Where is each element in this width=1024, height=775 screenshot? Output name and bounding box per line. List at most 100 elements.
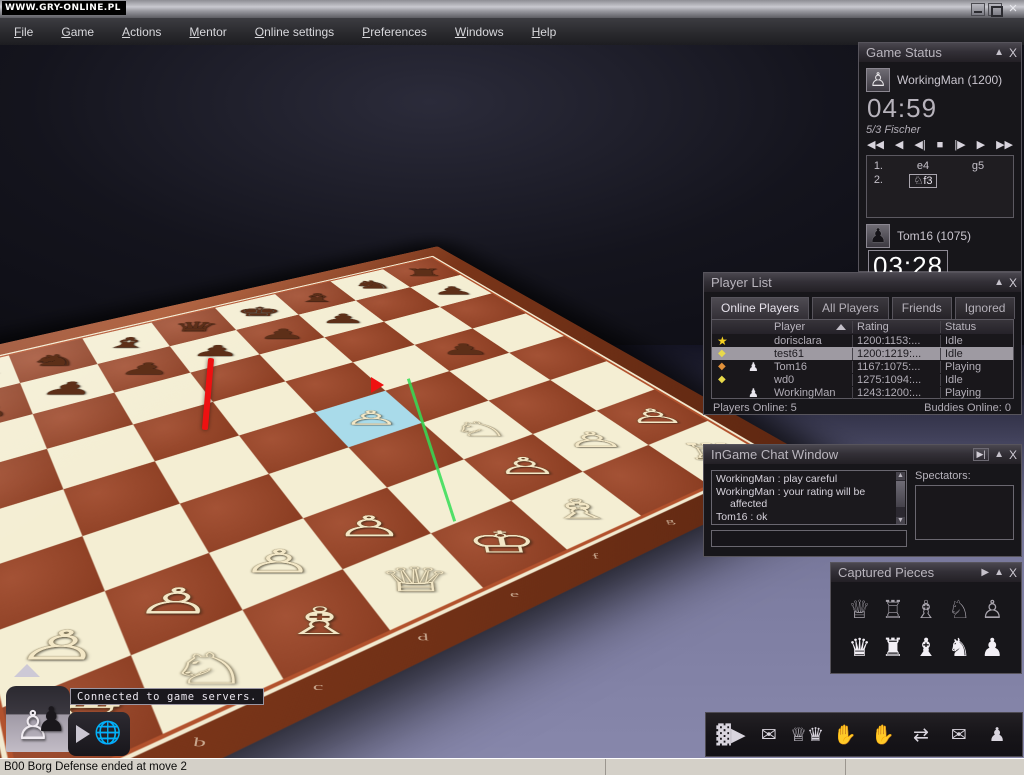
black-pawn[interactable]: ♟ (309, 311, 376, 325)
board-next-icon[interactable]: ▓▶ (715, 718, 747, 752)
tab-ignored[interactable]: Ignored (955, 297, 1016, 319)
analyze-icon[interactable]: ♟ (981, 718, 1013, 752)
collapse-icon[interactable]: ▲ (994, 278, 1004, 288)
move-row[interactable]: 2. ♘f3 (871, 173, 1009, 187)
player-row[interactable]: ◆wd01275:1094:...Idle (712, 373, 1013, 386)
player-table[interactable]: Player Rating Status ★dorisclara1200:115… (711, 319, 1014, 399)
column-status[interactable]: Status (940, 321, 1013, 333)
player-row[interactable]: ◆test611200:1219:...Idle (712, 347, 1013, 360)
chat-scrollbar[interactable]: ▲ ▼ (896, 472, 905, 525)
player-name-cell[interactable]: WorkingMan (770, 387, 852, 399)
column-rating[interactable]: Rating (852, 321, 940, 333)
player-list-titlebar[interactable]: Player List ▲ X (704, 273, 1021, 292)
expand-panel-arrow-icon[interactable] (14, 664, 40, 677)
tab-all-players[interactable]: All Players (812, 297, 889, 319)
black-bishop[interactable]: ♝ (89, 334, 166, 349)
close-icon[interactable]: X (1009, 450, 1017, 460)
menu-item-online-settings[interactable]: Online settings (255, 25, 334, 39)
close-icon[interactable]: X (1009, 278, 1017, 288)
black-king[interactable]: ♚ (224, 304, 292, 317)
collapse-icon[interactable]: ▲ (994, 450, 1004, 460)
black-pawn[interactable]: ♟ (179, 342, 254, 358)
black-pawn[interactable]: ♟ (25, 378, 112, 397)
scroll-down-icon[interactable]: ▼ (896, 517, 905, 525)
white-bishop[interactable]: ♗ (260, 599, 376, 639)
white-pawn[interactable]: ♙ (478, 452, 575, 477)
player-row[interactable]: ★dorisclara1200:1153:...Idle (712, 334, 1013, 347)
player-row[interactable]: ◆♟Tom161167:1075:...Playing (712, 360, 1013, 373)
white-pawn[interactable]: ♙ (224, 543, 331, 577)
player-name-cell[interactable]: dorisclara (770, 335, 852, 347)
expand-icon[interactable]: ▶ (981, 568, 989, 578)
chat-log[interactable]: WorkingMan : play careful WorkingMan : y… (711, 470, 907, 525)
close-button[interactable]: × (1005, 2, 1021, 17)
previous-move-icon[interactable]: ◀ (895, 140, 903, 151)
black-queen[interactable]: ♛ (159, 319, 231, 333)
menu-item-windows[interactable]: Windows (455, 25, 504, 39)
black-bishop[interactable]: ♝ (285, 291, 349, 303)
white-move[interactable]: e4 (893, 160, 953, 172)
minimize-button[interactable] (971, 3, 985, 16)
game-thumbnail[interactable]: ♙ ♟ (6, 686, 70, 752)
tab-online-players[interactable]: Online Players (711, 297, 809, 319)
move-row[interactable]: 1. e4 g5 (871, 159, 1009, 173)
white-knight[interactable]: ♘ (144, 643, 273, 689)
close-icon[interactable]: X (1009, 48, 1017, 58)
column-player[interactable]: Player (770, 321, 852, 333)
spectators-list[interactable] (915, 485, 1014, 540)
white-pawn[interactable]: ♙ (330, 406, 413, 427)
maximize-button[interactable] (988, 3, 1002, 16)
collapse-icon[interactable]: ▲ (994, 568, 1004, 578)
scroll-thumb[interactable] (896, 481, 905, 507)
menu-item-preferences[interactable]: Preferences (362, 25, 427, 39)
player-rows[interactable]: ★dorisclara1200:1153:...Idle◆test611200:… (712, 334, 1013, 399)
scroll-up-icon[interactable]: ▲ (896, 472, 905, 480)
game-status-titlebar[interactable]: Game Status ▲ X (859, 43, 1021, 62)
black-pawn[interactable]: ♟ (246, 326, 316, 341)
next-move-icon[interactable]: ▶ (977, 140, 985, 151)
menu-item-file[interactable]: File (14, 25, 33, 39)
mail-board-icon[interactable]: ✉ (943, 718, 975, 752)
connect-play-button[interactable]: 🌐 (68, 712, 130, 756)
send-board-icon[interactable]: ✉ (753, 718, 785, 752)
stop-icon[interactable]: ■ (937, 140, 944, 151)
black-pawn[interactable]: ♟ (105, 359, 186, 376)
move-list[interactable]: 1. e4 g5 2. ♘f3 (866, 155, 1014, 218)
menu-item-actions[interactable]: Actions (122, 25, 161, 39)
resign-icon[interactable]: ✋ (867, 718, 899, 752)
chat-input[interactable] (711, 530, 907, 547)
player-row[interactable]: ♟WorkingMan1243:1200:...Playing (712, 386, 1013, 399)
offer-draw-icon[interactable]: ✋ (829, 718, 861, 752)
captured-titlebar[interactable]: Captured Pieces ▶ ▲ X (831, 563, 1021, 582)
close-icon[interactable]: X (1009, 568, 1017, 578)
player-name-cell[interactable]: wd0 (770, 374, 852, 386)
white-move-current[interactable]: ♘f3 (893, 174, 953, 187)
step-back-icon[interactable]: ◀| (914, 140, 925, 151)
white-bishop[interactable]: ♗ (526, 493, 632, 522)
pin-icon[interactable]: ▶| (973, 448, 989, 461)
menu-item-help[interactable]: Help (532, 25, 557, 39)
rewind-all-icon[interactable]: ◀◀ (867, 140, 884, 151)
match-icon[interactable]: ♕♛ (791, 718, 823, 752)
white-king[interactable]: ♔ (449, 524, 557, 556)
tab-friends[interactable]: Friends (892, 297, 952, 319)
white-pawn[interactable]: ♙ (546, 427, 641, 450)
black-pawn[interactable]: ♟ (427, 340, 502, 356)
black-knight[interactable]: ♞ (14, 351, 97, 368)
white-pawn[interactable]: ♙ (0, 622, 127, 665)
flip-board-icon[interactable]: ⇄ (905, 718, 937, 752)
forward-all-icon[interactable]: ▶▶ (996, 140, 1013, 151)
menu-item-mentor[interactable]: Mentor (189, 25, 226, 39)
black-rook[interactable]: ♜ (393, 266, 454, 277)
white-queen[interactable]: ♕ (362, 559, 472, 595)
step-forward-icon[interactable]: |▶ (954, 140, 965, 151)
collapse-icon[interactable]: ▲ (994, 48, 1004, 58)
white-pawn[interactable]: ♙ (608, 405, 701, 426)
black-knight[interactable]: ♞ (342, 278, 403, 290)
white-knight[interactable]: ♘ (436, 416, 524, 438)
white-pawn[interactable]: ♙ (116, 580, 235, 618)
menu-item-game[interactable]: Game (61, 25, 94, 39)
white-pawn[interactable]: ♙ (320, 509, 421, 539)
black-pawn[interactable]: ♟ (421, 284, 486, 296)
black-move[interactable]: g5 (953, 160, 1003, 172)
